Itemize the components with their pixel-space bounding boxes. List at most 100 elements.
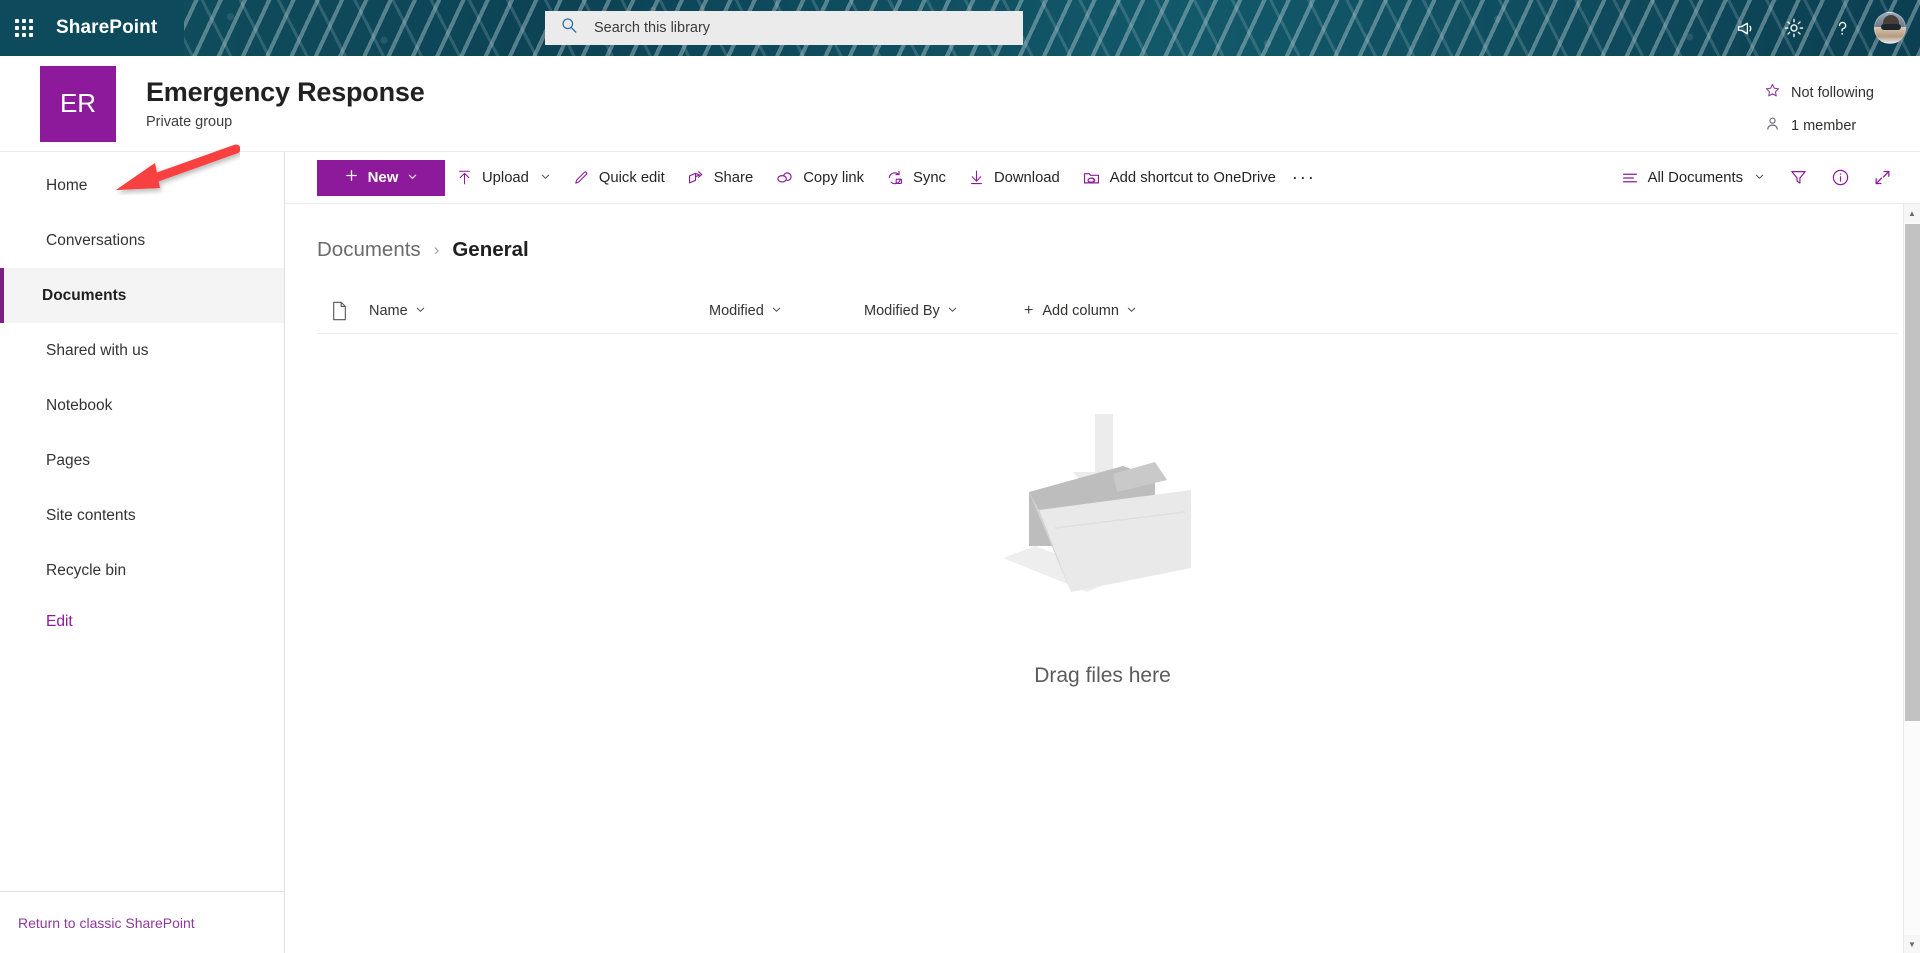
page-title[interactable]: Emergency Response (146, 77, 425, 108)
sidebar-edit-label: Edit (46, 613, 73, 630)
column-header-label: Modified (709, 302, 764, 319)
site-header-actions: Not following 1 member (1764, 82, 1874, 136)
chevron-down-icon (540, 170, 551, 186)
column-header-label: Name (369, 302, 408, 319)
link-icon (775, 168, 794, 187)
suite-bar: SharePoint (0, 0, 1920, 56)
chevron-down-icon (771, 303, 782, 319)
add-shortcut-label: Add shortcut to OneDrive (1109, 169, 1276, 186)
follow-button[interactable]: Not following (1764, 82, 1874, 103)
avatar[interactable] (1874, 12, 1906, 44)
nav-footer: Return to classic SharePoint (0, 891, 284, 953)
scroll-down-icon[interactable]: ▼ (1903, 935, 1920, 953)
chevron-down-icon (947, 303, 958, 319)
new-button-label: New (367, 169, 399, 186)
sidebar-item-pages[interactable]: Pages (0, 433, 284, 488)
info-icon[interactable] (1820, 158, 1860, 198)
megaphone-icon[interactable] (1722, 4, 1770, 52)
file-type-icon[interactable] (317, 301, 361, 321)
sync-button[interactable]: Sync (875, 158, 957, 198)
quick-edit-button[interactable]: Quick edit (562, 158, 676, 198)
more-commands-button[interactable]: ··· (1287, 158, 1321, 198)
sidebar-item-home[interactable]: Home (0, 158, 284, 213)
site-header: ER Emergency Response Private group Not … (0, 56, 1920, 152)
nav-item-list: Home Conversations Documents Shared with… (0, 152, 284, 891)
upload-label: Upload (482, 169, 529, 186)
empty-state-caption: Drag files here (1034, 664, 1171, 687)
help-icon[interactable] (1818, 4, 1866, 52)
return-to-classic-sharepoint-link[interactable]: Return to classic SharePoint (18, 915, 195, 931)
plus-icon (344, 168, 359, 187)
add-shortcut-to-onedrive-button[interactable]: Add shortcut to OneDrive (1071, 158, 1287, 198)
download-icon (968, 169, 985, 186)
suite-bar-actions (1722, 0, 1912, 56)
add-shortcut-icon (1082, 168, 1101, 187)
vertical-scrollbar[interactable]: ▲ ▼ (1903, 204, 1920, 953)
search-box[interactable] (545, 11, 1023, 45)
column-header-label: Modified By (864, 302, 940, 319)
sidebar-item-conversations[interactable]: Conversations (0, 213, 284, 268)
sidebar-item-label: Documents (42, 286, 127, 304)
pencil-icon (573, 169, 590, 186)
sidebar-item-label: Site contents (46, 506, 136, 524)
members-button[interactable]: 1 member (1764, 115, 1856, 136)
search-input[interactable] (592, 19, 972, 37)
column-header-modified[interactable]: Modified (701, 293, 856, 329)
sidebar-item-label: Shared with us (46, 341, 149, 359)
folder-drop-icon (995, 406, 1210, 616)
main-content: New Upload Quick edit Share Copy link Sy… (285, 152, 1920, 953)
star-icon (1764, 82, 1781, 103)
sidebar-item-label: Home (46, 176, 88, 194)
copy-link-label: Copy link (803, 169, 865, 186)
sidebar-item-label: Conversations (46, 231, 146, 249)
column-header-modified-by[interactable]: Modified By (856, 293, 1016, 329)
scrollbar-track[interactable] (1903, 222, 1920, 935)
gear-icon[interactable] (1770, 4, 1818, 52)
chevron-down-icon (1754, 170, 1765, 186)
add-column-button[interactable]: + Add column (1016, 293, 1145, 329)
sidebar-item-shared-with-us[interactable]: Shared with us (0, 323, 284, 378)
sidebar-edit-link[interactable]: Edit (0, 598, 284, 646)
sidebar-item-site-contents[interactable]: Site contents (0, 488, 284, 543)
view-selector-button[interactable]: All Documents (1610, 158, 1776, 198)
chevron-right-icon: › (433, 240, 440, 259)
copy-link-button[interactable]: Copy link (764, 158, 875, 198)
chevron-down-icon (407, 169, 418, 186)
add-column-label: Add column (1042, 302, 1119, 319)
body: Home Conversations Documents Shared with… (0, 152, 1920, 953)
filter-icon[interactable] (1778, 158, 1818, 198)
members-label: 1 member (1790, 117, 1857, 134)
upload-button[interactable]: Upload (445, 158, 562, 198)
new-button[interactable]: New (317, 159, 445, 196)
share-icon (687, 169, 705, 187)
command-bar-right: All Documents (1610, 158, 1902, 198)
site-logo[interactable]: ER (40, 65, 116, 142)
breadcrumb-parent[interactable]: Documents (317, 238, 421, 262)
sidebar-item-label: Notebook (46, 396, 113, 414)
download-button[interactable]: Download (957, 158, 1071, 198)
scroll-up-icon[interactable]: ▲ (1903, 204, 1920, 222)
empty-state: Drag files here (285, 406, 1920, 688)
person-icon (1764, 115, 1781, 136)
left-navigation: Home Conversations Documents Shared with… (0, 152, 285, 953)
waffle-icon (15, 19, 33, 37)
upload-icon (456, 169, 473, 186)
scrollbar-thumb[interactable] (1904, 224, 1920, 721)
sync-icon (886, 169, 904, 187)
share-label: Share (713, 169, 754, 186)
download-label: Download (993, 169, 1060, 186)
sidebar-item-label: Pages (46, 451, 90, 469)
sharepoint-brand-link[interactable]: SharePoint (56, 17, 157, 39)
breadcrumb: Documents › General (285, 204, 1920, 262)
share-button[interactable]: Share (676, 158, 765, 198)
sidebar-item-notebook[interactable]: Notebook (0, 378, 284, 433)
command-bar: New Upload Quick edit Share Copy link Sy… (285, 152, 1920, 204)
breadcrumb-current[interactable]: General (452, 238, 528, 262)
sidebar-item-recycle-bin[interactable]: Recycle bin (0, 543, 284, 598)
app-launcher-button[interactable] (0, 0, 48, 56)
column-headers: Name Modified Modified By + Add column (317, 288, 1898, 334)
quick-edit-label: Quick edit (598, 169, 665, 186)
expand-icon[interactable] (1862, 158, 1902, 198)
column-header-name[interactable]: Name (361, 293, 701, 329)
sidebar-item-documents[interactable]: Documents (0, 268, 284, 323)
